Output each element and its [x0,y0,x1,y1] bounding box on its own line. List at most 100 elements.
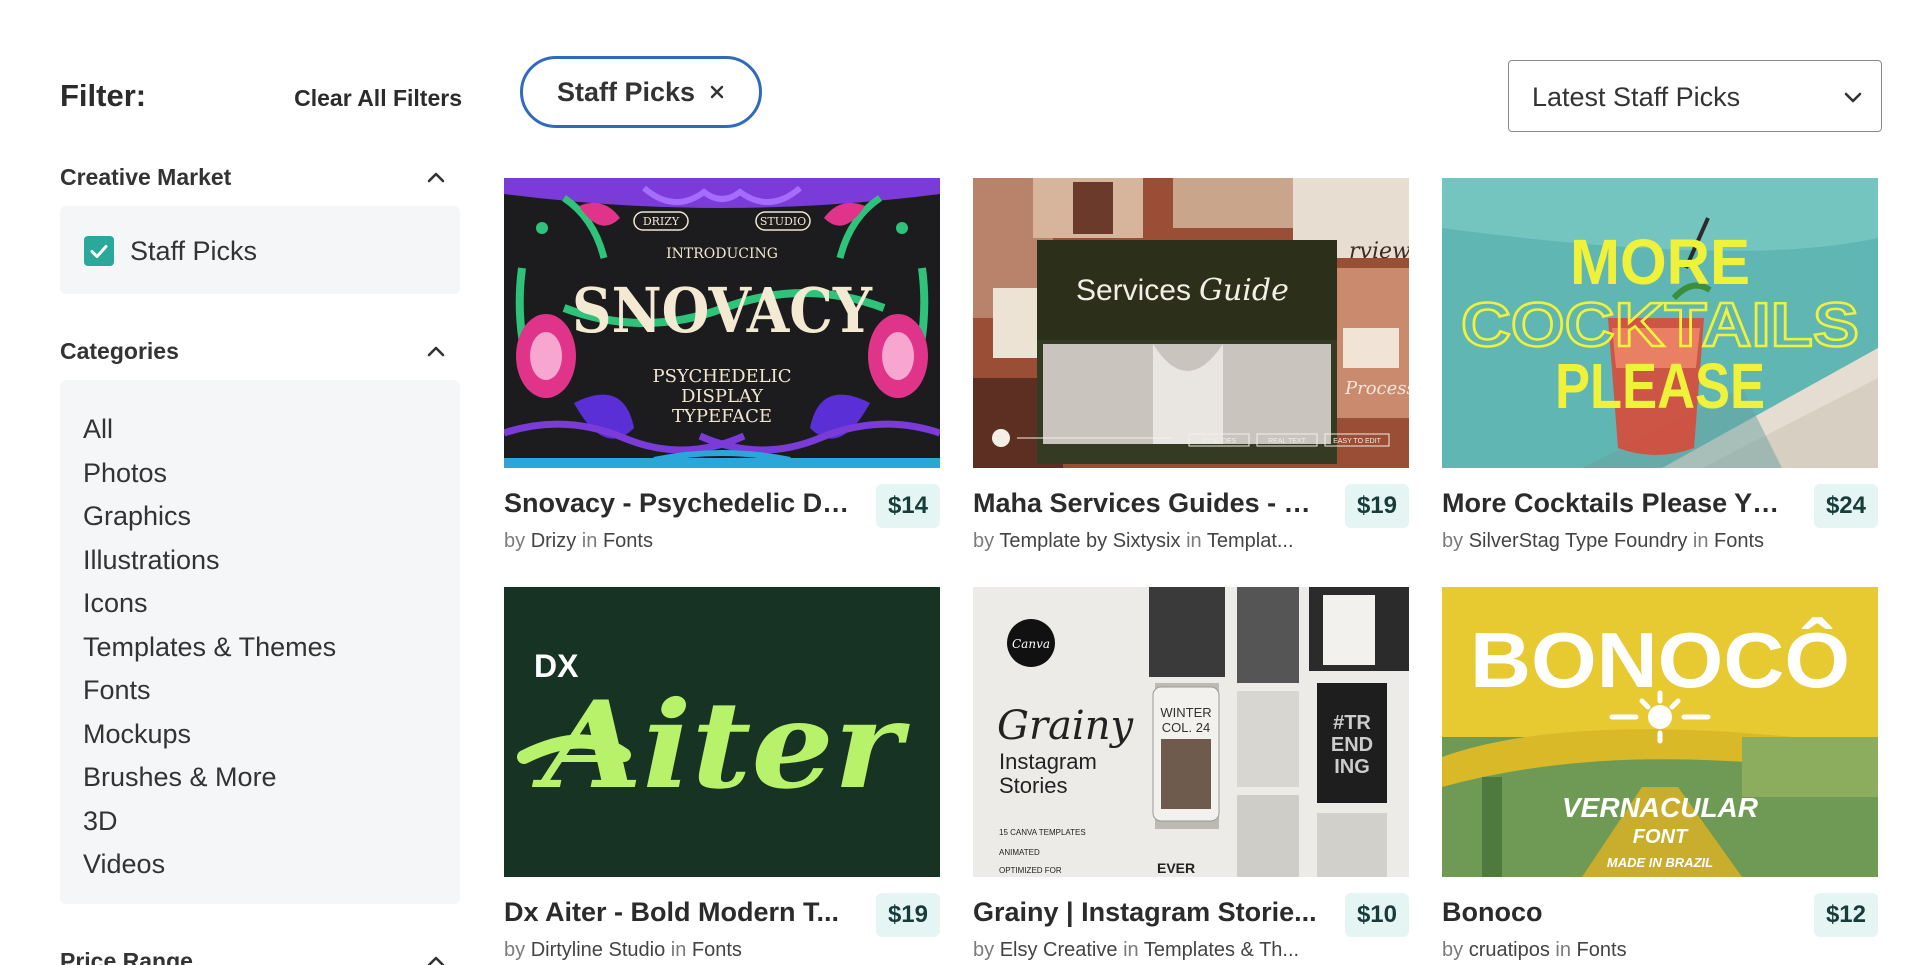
category-item-brushes-more[interactable]: Brushes & More [83,756,336,800]
in-text: in [670,939,687,961]
by-text: by [504,530,526,552]
by-text: by [504,939,526,961]
category-link[interactable]: Fonts [603,530,653,552]
filter-header: Filter: Clear All Filters [60,78,462,118]
thumb-title-text: Services [1076,274,1191,307]
product-thumbnail[interactable]: BONOCÔ VERNACULAR FONT MADE IN BRAZIL [1442,587,1878,877]
creative-market-label: Creative Market [60,164,232,190]
clear-all-filters-link[interactable]: Clear All Filters [294,85,462,112]
filter-title: Filter: [60,78,147,113]
chevron-down-icon [1843,87,1863,107]
product-card[interactable]: Services Guide rview Process 20 SLIDES R… [973,178,1409,578]
active-filter-chip-label: Staff Picks [556,76,696,107]
product-thumbnail[interactable]: Services Guide rview Process 20 SLIDES R… [973,178,1409,468]
sort-dropdown[interactable]: Latest Staff Picks [1508,60,1882,132]
product-card[interactable]: MORE COCKTAILS PLEASE More Cocktails Ple… [1442,178,1878,578]
thumb-text: OPTIMIZED FOR [999,866,1062,875]
thumb-text: Stories [999,773,1067,798]
author-link[interactable]: Drizy [531,530,577,552]
category-item-photos[interactable]: Photos [83,452,336,496]
close-icon[interactable] [709,84,725,100]
category-link[interactable]: Templat... [1207,530,1294,552]
thumb-title-text: Guide [1199,273,1289,308]
category-item-illustrations[interactable]: Illustrations [83,539,336,583]
thumb-text: INTRODUCING [666,246,778,262]
thumb-text: rview [1349,239,1409,264]
product-card[interactable]: BONOCÔ VERNACULAR FONT MADE IN BRAZIL Bo… [1442,587,1878,965]
product-card[interactable]: Canva Grainy Instagram Stories 15 CANVA … [973,587,1409,965]
category-item-templates-themes[interactable]: Templates & Themes [83,626,336,670]
product-byline: by Template by Sixtysix in Templat... [973,530,1409,553]
product-title[interactable]: Snovacy - Psychedelic Di... [504,488,850,519]
thumb-text: VERNACULAR [1562,792,1759,823]
thumb-text: EVER [1157,860,1195,876]
active-filter-chip-staff-picks[interactable]: Staff Picks [520,56,762,128]
thumb-text: Instagram [999,749,1097,774]
by-text: by [973,530,995,552]
checkbox-checked-icon[interactable] [84,236,114,266]
thumb-text: DRIZY [643,215,680,228]
staff-picks-filter-label: Staff Picks [130,236,258,266]
categories-section-toggle[interactable]: Categories [60,336,460,370]
price-badge: $24 [1813,484,1878,528]
product-thumbnail[interactable]: Canva Grainy Instagram Stories 15 CANVA … [973,587,1409,877]
product-title[interactable]: Bonoco [1442,897,1788,928]
thumb-text: Process [1344,378,1409,399]
category-item-icons[interactable]: Icons [83,582,336,626]
canva-badge-text: Canva [1012,637,1050,651]
thumb-text: DISPLAY [681,386,764,407]
product-title[interactable]: Maha Services Guides - K... [973,488,1319,519]
by-text: by [973,939,995,961]
product-byline: by Dirtyline Studio in Fonts [504,939,940,962]
thumb-title-text: MORE [1570,226,1750,298]
product-title[interactable]: Dx Aiter - Bold Modern T... [504,897,850,928]
categories-list: All Photos Graphics Illustrations Icons … [83,408,336,887]
creative-market-section-toggle[interactable]: Creative Market [60,162,460,196]
product-byline: by Elsy Creative in Templates & Th... [973,939,1409,962]
category-item-fonts[interactable]: Fonts [83,669,336,713]
thumb-text: WINTER [1160,705,1211,720]
product-card[interactable]: DX Aiter Dx Aiter - Bold Modern T... $19… [504,587,940,965]
product-thumbnail[interactable]: DX Aiter [504,587,940,877]
category-item-graphics[interactable]: Graphics [83,495,336,539]
thumb-text: END [1331,734,1373,756]
author-link[interactable]: Dirtyline Studio [531,939,666,961]
category-item-videos[interactable]: Videos [83,843,336,887]
product-title[interactable]: Grainy | Instagram Storie... [973,897,1319,928]
in-text: in [581,530,598,552]
product-title[interactable]: More Cocktails Please Y2... [1442,488,1788,519]
price-badge: $14 [875,484,940,528]
category-item-mockups[interactable]: Mockups [83,713,336,757]
category-item-all[interactable]: All [83,408,336,452]
product-byline: by cruatipos in Fonts [1442,939,1878,962]
category-item-3d[interactable]: 3D [83,800,336,844]
product-thumbnail[interactable]: MORE COCKTAILS PLEASE [1442,178,1878,468]
thumb-title-text: SNOVACY [572,274,873,347]
category-link[interactable]: Fonts [692,939,742,961]
price-badge: $19 [875,893,940,937]
in-text: in [1186,530,1202,552]
product-thumbnail[interactable]: DRIZY STUDIO INTRODUCING SNOVACY PSYCHED… [504,178,940,468]
category-link[interactable]: Templates & Th... [1144,939,1299,961]
category-link[interactable]: Fonts [1577,939,1627,961]
by-text: by [1442,939,1464,961]
product-byline: by Drizy in Fonts [504,530,940,553]
category-link[interactable]: Fonts [1714,530,1764,552]
price-range-section-toggle[interactable]: Price Range [60,946,460,965]
thumb-title-text: Grainy [997,703,1134,749]
in-text: in [1692,530,1709,552]
author-link[interactable]: Elsy Creative [1000,939,1118,961]
thumb-text: STUDIO [760,215,806,228]
author-link[interactable]: Template by Sixtysix [999,530,1180,552]
product-byline: by SilverStag Type Foundry in Fonts [1442,530,1878,553]
creative-market-options: Staff Picks [60,206,460,294]
thumb-text: MADE IN BRAZIL [1607,855,1713,870]
thumb-text: FONT [1633,826,1689,848]
price-badge: $10 [1344,893,1409,937]
product-card[interactable]: DRIZY STUDIO INTRODUCING SNOVACY PSYCHED… [504,178,940,578]
thumb-text: 15 CANVA TEMPLATES [999,828,1086,837]
author-link[interactable]: cruatipos [1469,939,1550,961]
author-link[interactable]: SilverStag Type Foundry [1469,530,1688,552]
by-text: by [1442,530,1464,552]
price-badge: $19 [1344,484,1409,528]
